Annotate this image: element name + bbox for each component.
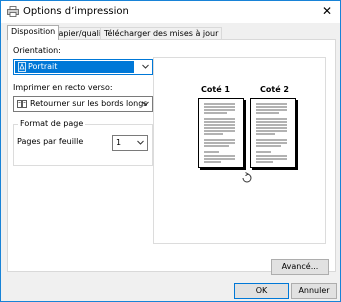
orientation-label: Orientation: bbox=[13, 46, 61, 55]
print-options-dialog: Options d’impression ✕ Disposition Papie… bbox=[0, 0, 341, 302]
tab-disposition[interactable]: Disposition bbox=[7, 25, 60, 40]
page-format-group: Format de page Pages par feuille 1 bbox=[13, 119, 153, 166]
preview-side1-label: Coté 1 bbox=[201, 85, 230, 94]
chevron-down-icon bbox=[142, 64, 149, 69]
pages-per-sheet-value: 1 bbox=[116, 138, 122, 147]
orientation-select[interactable]: Portrait bbox=[13, 59, 153, 75]
printer-icon bbox=[7, 6, 19, 17]
flip-long-edge-icon bbox=[17, 100, 27, 108]
layout-preview: Coté 1 Coté 2 bbox=[153, 57, 326, 244]
duplex-label: Imprimer en recto verso: bbox=[13, 83, 113, 92]
tab-panel-disposition: Orientation: Portrait Imprimer en recto … bbox=[7, 39, 336, 272]
preview-side2-label: Coté 2 bbox=[260, 85, 289, 94]
orientation-value: Portrait bbox=[28, 62, 58, 71]
page-text-lines bbox=[256, 103, 287, 163]
duplex-value: Retourner sur les bords longs bbox=[30, 99, 148, 108]
preview-page-1 bbox=[198, 98, 244, 168]
flip-rotation-icon bbox=[242, 172, 252, 183]
pages-per-sheet-select[interactable]: 1 bbox=[112, 135, 148, 151]
advanced-button[interactable]: Avancé... bbox=[271, 259, 329, 275]
duplex-select[interactable]: Retourner sur les bords longs bbox=[13, 96, 153, 112]
title-bar: Options d’impression ✕ bbox=[1, 1, 340, 23]
page-format-title: Format de page bbox=[18, 119, 86, 128]
portrait-orientation-icon bbox=[18, 62, 26, 72]
chevron-down-icon bbox=[142, 101, 149, 106]
page-text-lines bbox=[204, 103, 235, 163]
preview-page-2 bbox=[250, 98, 296, 168]
chevron-down-icon bbox=[137, 140, 144, 145]
window-title: Options d’impression bbox=[23, 6, 129, 17]
cancel-button[interactable]: Annuler bbox=[291, 283, 337, 299]
close-icon[interactable]: ✕ bbox=[320, 4, 334, 18]
ok-button[interactable]: OK bbox=[234, 283, 289, 299]
pages-per-sheet-label: Pages par feuille bbox=[17, 137, 84, 146]
